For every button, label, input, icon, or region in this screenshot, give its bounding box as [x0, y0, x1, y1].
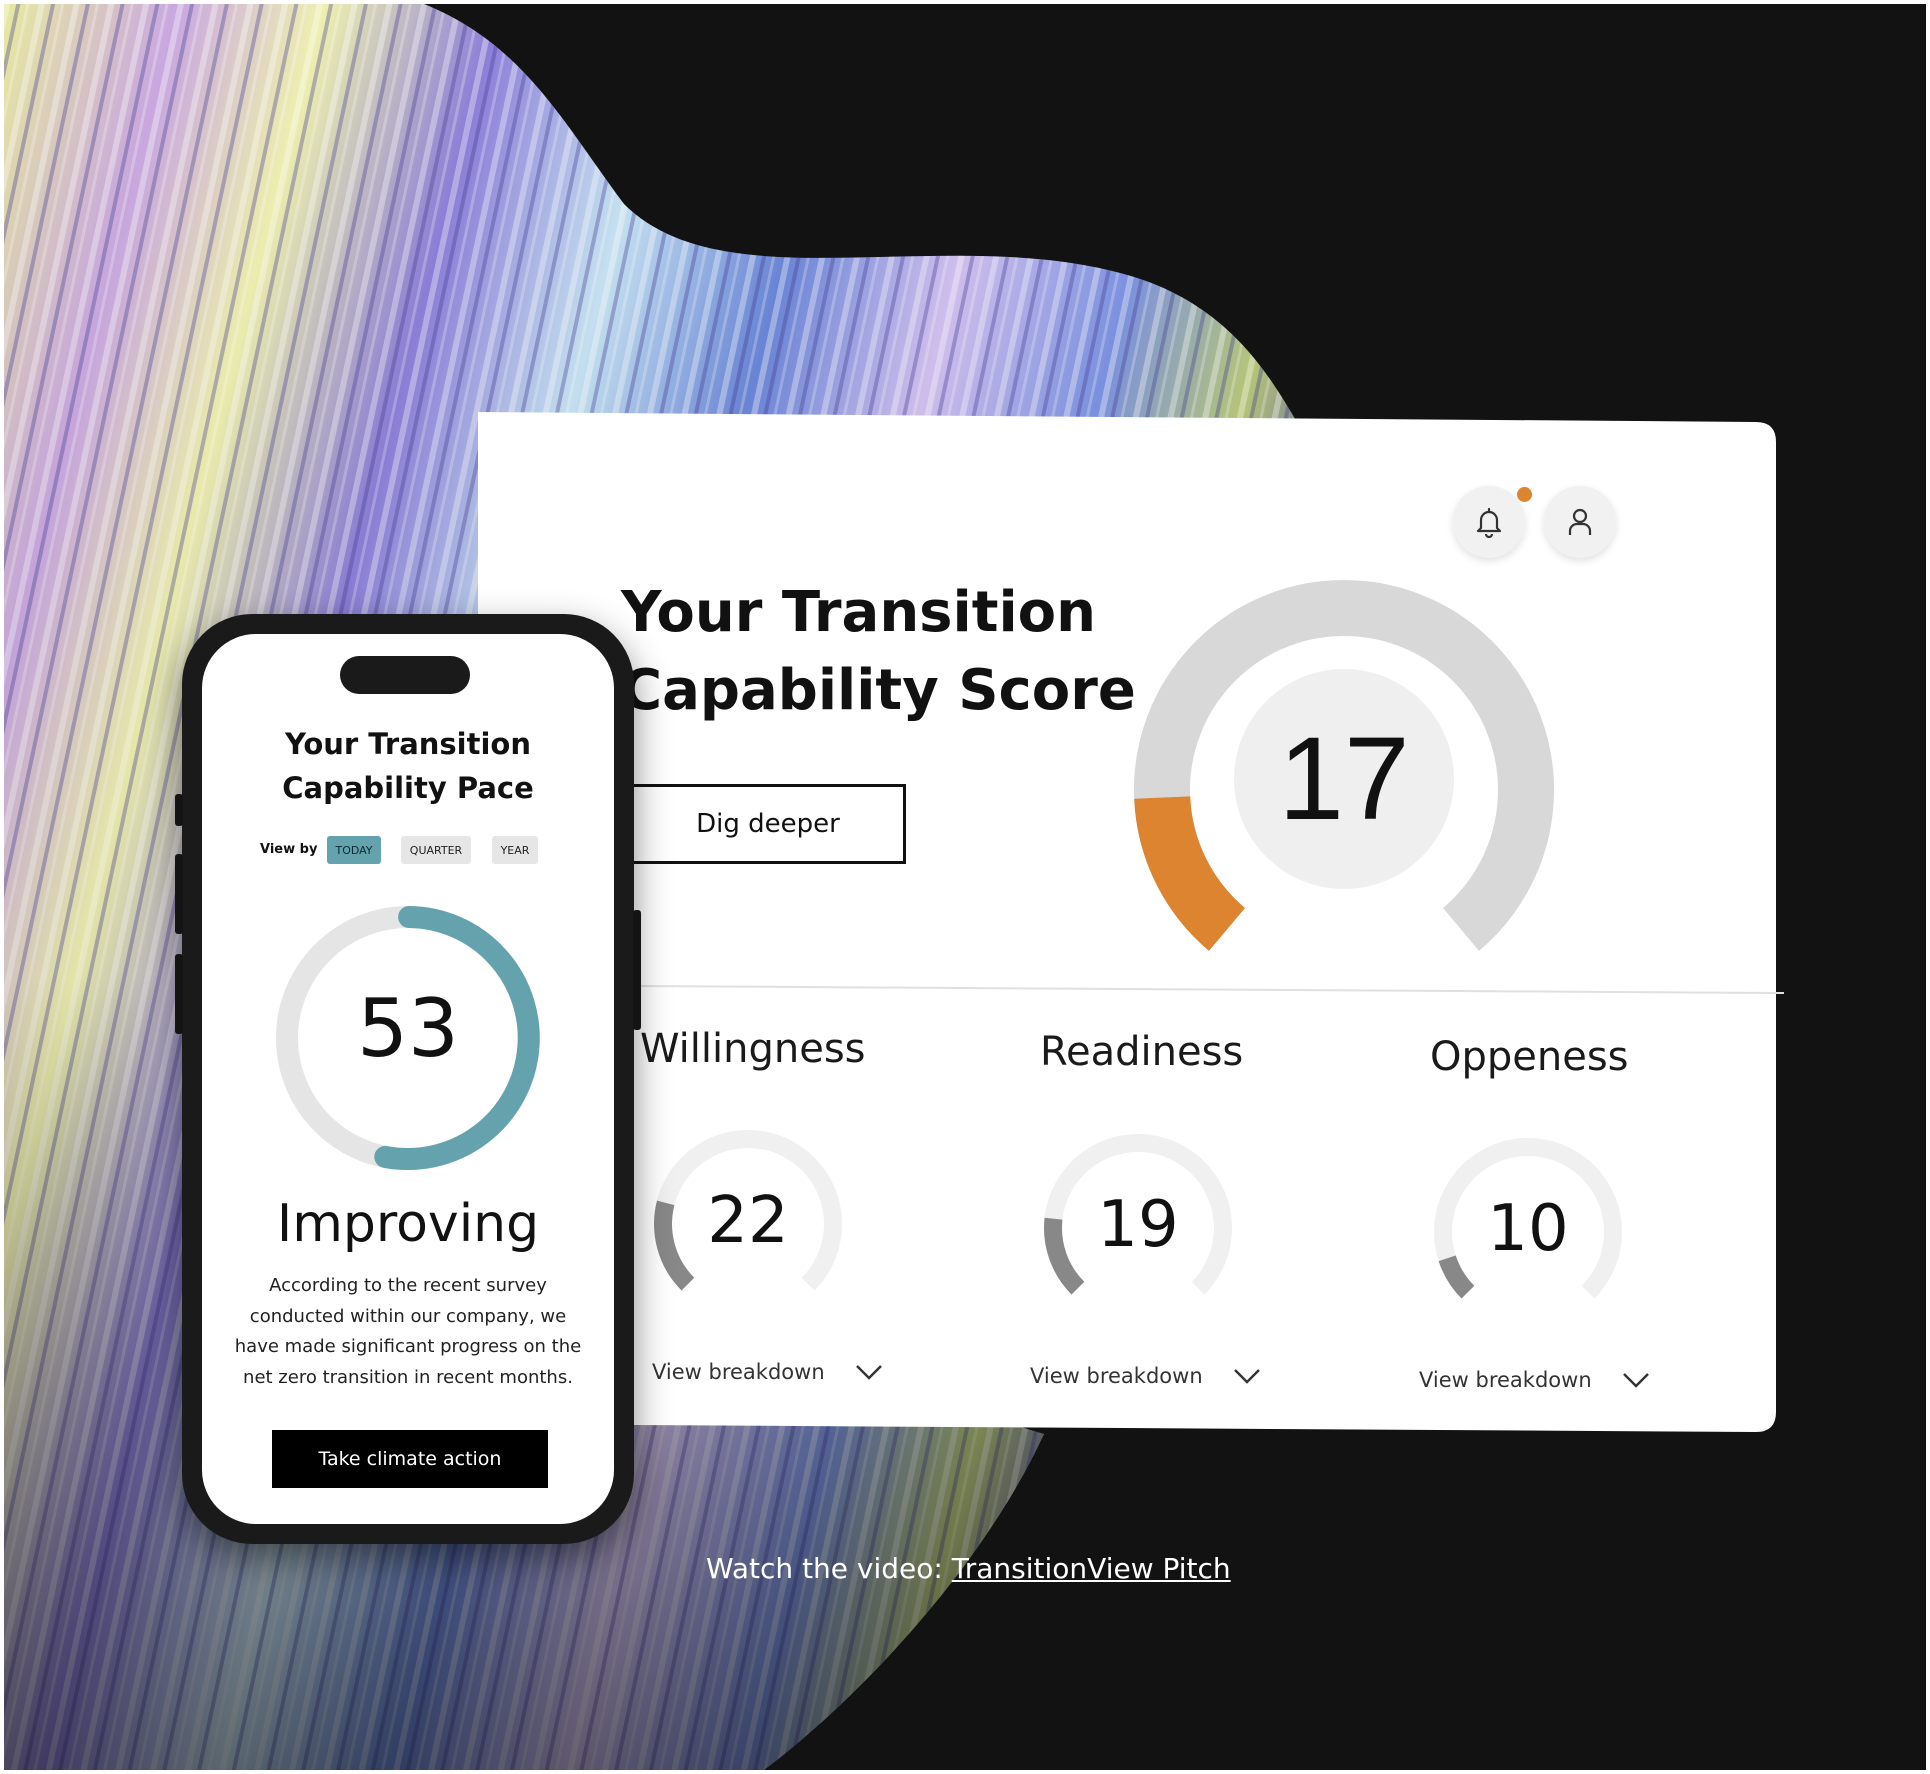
metric-name-oppeness: Oppeness [1430, 1034, 1629, 1080]
hero-stage: Your Transition Capability Score Dig dee… [4, 4, 1926, 1770]
phone-screen: Your Transition Capability Pace View by … [202, 634, 614, 1524]
view-breakdown-readiness[interactable]: View breakdown [1030, 1364, 1261, 1388]
view-breakdown-label: View breakdown [1419, 1368, 1592, 1392]
phone-side-button [175, 854, 183, 934]
chevron-down-icon [855, 1365, 882, 1380]
metric-value-willingness: 22 [707, 1184, 789, 1258]
phone-mockup: Your Transition Capability Pace View by … [175, 614, 641, 1544]
metric-value-oppeness: 10 [1487, 1192, 1569, 1266]
metric-name-willingness: Willingness [640, 1026, 866, 1072]
video-caption: Watch the video: TransitionView Pitch [706, 1552, 1231, 1585]
phone-side-button [175, 794, 183, 826]
chevron-down-icon [1233, 1369, 1260, 1384]
phone-notch [340, 656, 470, 694]
dashboard-title-line-2: Capability Score [621, 658, 1136, 723]
notifications-button[interactable] [1453, 486, 1525, 558]
video-caption-prefix: Watch the video: [706, 1552, 952, 1585]
phone-title-line-2: Capability Pace [282, 771, 534, 805]
phone-side-button [633, 910, 641, 1030]
view-breakdown-oppeness[interactable]: View breakdown [1419, 1368, 1650, 1392]
view-breakdown-label: View breakdown [652, 1360, 825, 1384]
period-tab-quarter[interactable]: QUARTER [401, 836, 471, 864]
video-link[interactable]: TransitionView Pitch [952, 1552, 1231, 1585]
notification-dot [1517, 487, 1532, 502]
view-breakdown-label: View breakdown [1030, 1364, 1203, 1388]
metric-name-readiness: Readiness [1040, 1029, 1244, 1075]
profile-button[interactable] [1544, 486, 1616, 558]
take-climate-action-button[interactable]: Take climate action [272, 1430, 548, 1488]
bell-icon [1476, 507, 1502, 538]
view-by-label: View by [260, 842, 318, 857]
pace-description: According to the recent survey conducted… [234, 1275, 582, 1388]
dashboard-title: Your Transition Capability Score [621, 574, 1136, 730]
chevron-down-icon [1622, 1373, 1649, 1388]
user-icon [1568, 508, 1592, 535]
pace-score-value: 53 [357, 982, 459, 1075]
dashboard-title-line-1: Your Transition [621, 580, 1097, 645]
phone-side-button [175, 954, 183, 1034]
phone-title-line-1: Your Transition [285, 727, 531, 761]
dig-deeper-button[interactable]: Dig deeper [630, 784, 906, 864]
view-breakdown-willingness[interactable]: View breakdown [652, 1360, 883, 1384]
pace-status: Improving [276, 1194, 540, 1254]
phone-title: Your Transition Capability Pace [202, 722, 614, 810]
capability-score-value: 17 [1234, 669, 1454, 889]
metric-value-readiness: 19 [1097, 1188, 1179, 1262]
period-tab-today[interactable]: TODAY [327, 836, 381, 864]
period-tab-year[interactable]: YEAR [492, 836, 538, 864]
